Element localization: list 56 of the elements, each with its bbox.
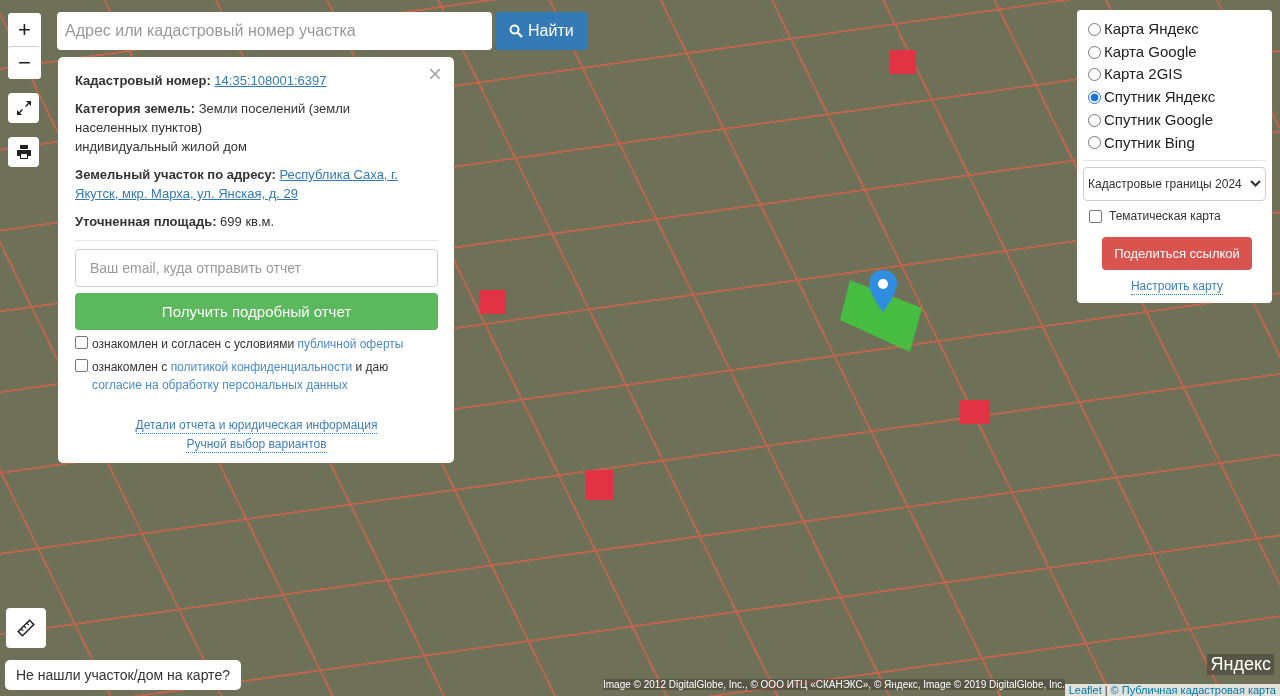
ruler-icon xyxy=(17,619,35,637)
radio-button[interactable] xyxy=(1088,90,1101,104)
building-drawing xyxy=(960,400,990,424)
overlay-dropdown[interactable]: Кадастровые границы 2024 xyxy=(1083,167,1266,202)
imagery-attribution: Image © 2012 DigitalGlobe, Inc., © ООО ИТЦ «СКАНЭКС», © Яндекс, Image © 2019 DigitalGlobe, Inc. xyxy=(603,679,1066,690)
parcel-link[interactable]: Республика Саха, г. xyxy=(279,167,398,182)
parcel-info-text: Категория земель: Земли поселений (земли населенных пунктов) индивидуальный жилой дом xyxy=(75,100,351,156)
map-pin-icon[interactable] xyxy=(869,270,897,312)
map-layer-option[interactable]: Карта 2GIS xyxy=(1088,63,1266,87)
consent-text: ознакомлен и согласен с условиями публичной оферты xyxy=(92,336,404,353)
map-layer-option[interactable]: Карта Google xyxy=(1088,40,1266,64)
parcel-info-text: Земельный участок по адресу: Республика Саха, г. Якутск, мкр. Марха, ул. Янская, д. 29 xyxy=(75,166,399,203)
cadastral-map-link[interactable]: © Публичная кадастровая карта xyxy=(1110,684,1276,696)
parcel-link[interactable]: 14:35:108001:6397 xyxy=(214,73,327,88)
radio-button[interactable] xyxy=(1088,45,1101,59)
separator-text: | xyxy=(1104,684,1108,696)
parcel-link[interactable]: Якутск, мкр. Марха, ул. Янская, д. 29 xyxy=(75,186,298,201)
share-link-button[interactable]: Поделиться ссылкой xyxy=(1102,237,1252,271)
leaflet-link[interactable]: Leaflet xyxy=(1068,684,1102,696)
get-report-button[interactable]: Получить подробный отчет xyxy=(75,293,438,330)
radio-button[interactable] xyxy=(1088,22,1101,36)
map-layer-option[interactable]: Спутник Яндекс xyxy=(1088,86,1266,109)
consent-link[interactable]: согласие на обработку персональных данных xyxy=(92,378,348,392)
building-drawing xyxy=(480,290,506,314)
building-drawing xyxy=(585,470,613,500)
thematic-checkbox[interactable] xyxy=(1089,210,1102,224)
map-layer-option[interactable]: Спутник Google xyxy=(1088,108,1266,132)
map-logo: Яндекс xyxy=(1207,654,1274,675)
search-icon xyxy=(509,24,523,38)
building-drawing xyxy=(890,50,916,74)
consent-checkbox[interactable] xyxy=(75,359,88,372)
consent-link[interactable]: публичной оферты xyxy=(297,337,404,351)
consent-link[interactable]: политикой конфиденциальности xyxy=(170,360,353,374)
zoom-out-button[interactable]: − xyxy=(8,46,41,79)
consent-text: ознакомлен с политикой конфиденциальности и даю согласие на обработку персональных данных xyxy=(92,359,390,394)
printer-icon xyxy=(15,144,32,160)
not-found-button[interactable]: Не нашли участок/дом на карте? xyxy=(5,660,241,690)
consent-checkbox[interactable] xyxy=(75,336,88,349)
find-button[interactable]: Найти xyxy=(495,12,588,50)
parcel-info-text: Уточненная площадь: 699 кв.м. xyxy=(75,213,276,231)
radio-button[interactable] xyxy=(1088,136,1101,150)
address-search-field[interactable]: Адрес или кадастровый номер участка xyxy=(57,12,492,50)
email-field[interactable]: Ваш email, куда отправить отчет xyxy=(75,249,438,287)
map-layer-option[interactable]: Карта Яндекс xyxy=(1088,18,1266,41)
thematic-label: Тематическая карта xyxy=(1109,209,1221,224)
radio-button[interactable] xyxy=(1088,113,1101,127)
fullscreen-button[interactable] xyxy=(8,93,39,123)
info-link[interactable]: Детали отчета и юридическая информация xyxy=(135,418,378,434)
chevron-down-icon xyxy=(1250,180,1261,189)
info-link[interactable]: Ручной выбор вариантов xyxy=(186,437,327,453)
expand-arrows-icon xyxy=(15,100,32,116)
radio-button[interactable] xyxy=(1088,68,1101,82)
configure-map-link[interactable]: Настроить карту xyxy=(1130,279,1224,296)
measure-button[interactable] xyxy=(6,608,46,648)
print-button[interactable] xyxy=(8,137,39,167)
map-layer-option[interactable]: Спутник Bing xyxy=(1088,131,1266,155)
